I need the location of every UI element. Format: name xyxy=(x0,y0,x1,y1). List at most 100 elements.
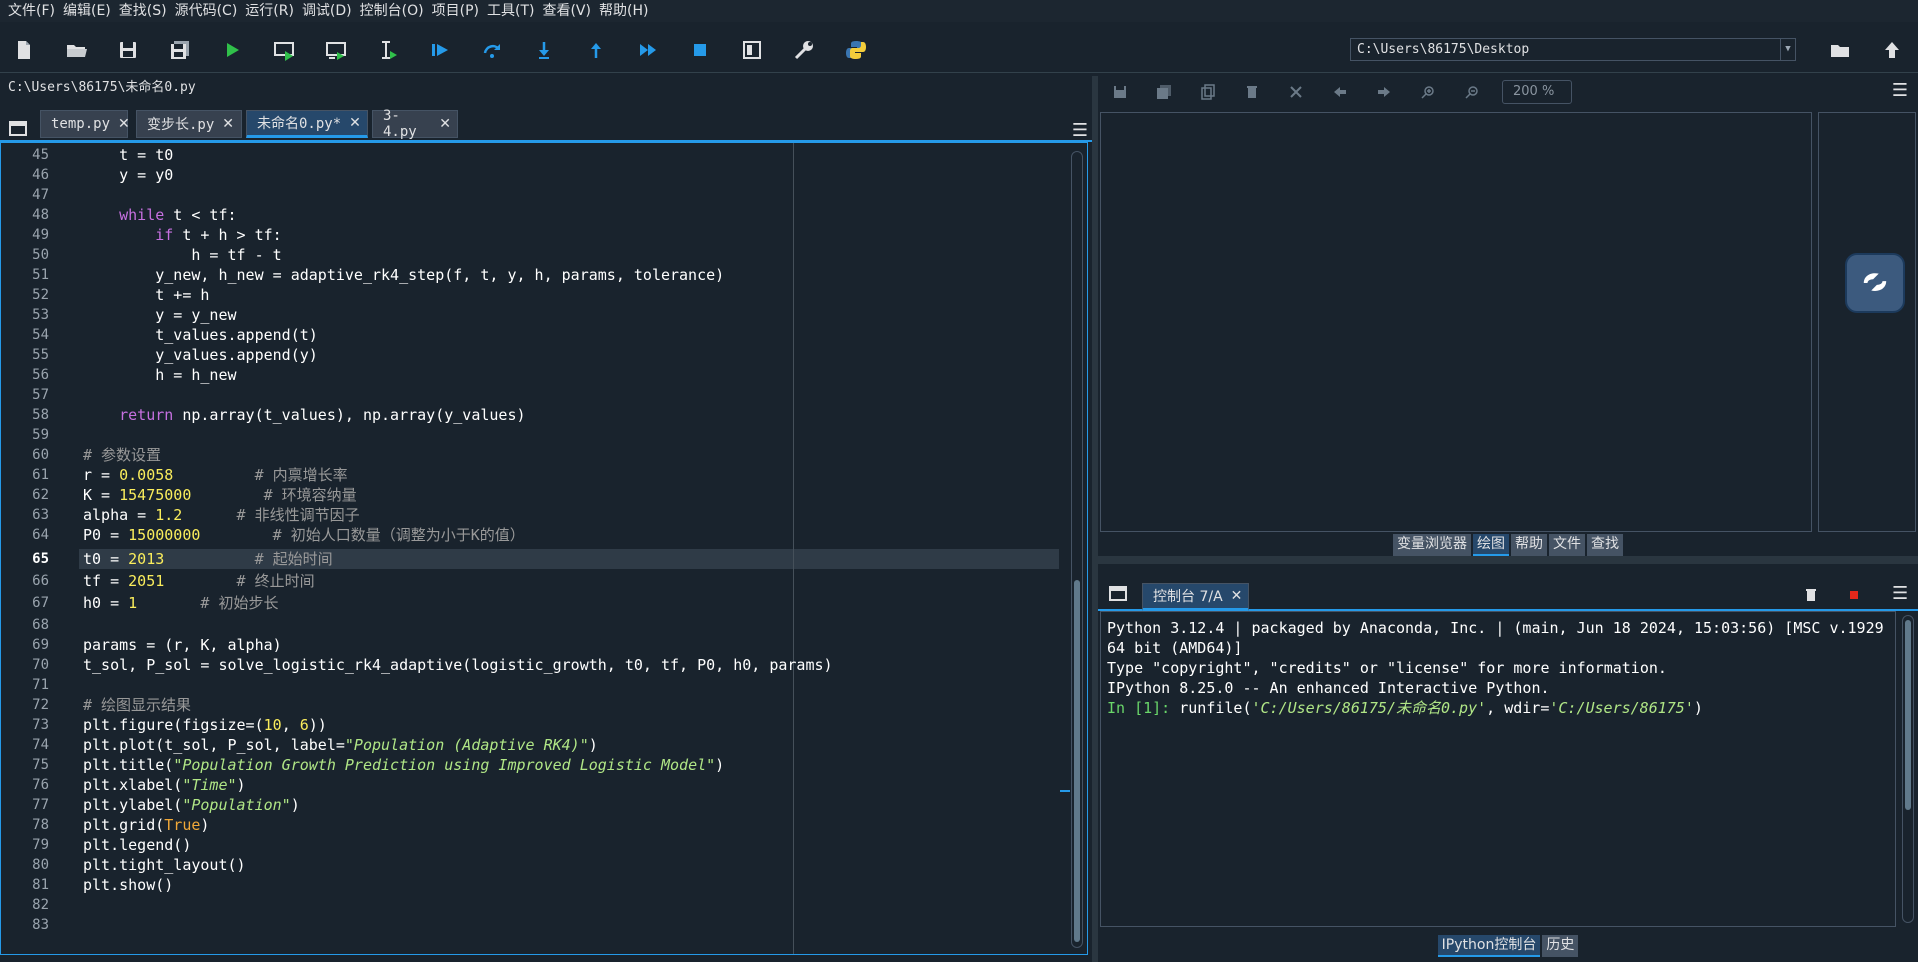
close-icon[interactable]: ✕ xyxy=(349,115,361,131)
tab-plots[interactable]: 绘图 xyxy=(1473,534,1509,556)
python-path-icon[interactable] xyxy=(843,37,869,63)
code-line: y = y0 xyxy=(83,166,174,184)
editor-tab-bar: temp.py ✕ 变步长.py ✕ 未命名0.py* ✕ 3-4.py ✕ ☰ xyxy=(0,106,1092,142)
plots-toolbar: 200 % ☰ xyxy=(1098,76,1918,106)
menu-view[interactable]: 查看(V) xyxy=(538,0,595,22)
line-number: 73 xyxy=(32,717,49,733)
tab-variable-explorer[interactable]: 变量浏览器 xyxy=(1393,534,1471,556)
maximize-pane-icon[interactable] xyxy=(739,37,765,63)
run-selection-icon[interactable] xyxy=(375,37,401,63)
code-line: alpha = 1.2 # 非线性调节因子 xyxy=(83,506,360,524)
zoom-out-icon[interactable] xyxy=(1464,84,1480,100)
zoom-level-field[interactable]: 200 % xyxy=(1502,80,1572,104)
debug-icon[interactable] xyxy=(427,37,453,63)
right-top-pane-tabs: 变量浏览器 绘图 帮助 文件 查找 xyxy=(1098,534,1918,556)
save-icon[interactable] xyxy=(115,37,141,63)
menu-projects[interactable]: 项目(P) xyxy=(428,0,483,22)
line-number-gutter: 45 46 47 48 49 50 51 52 53 54 55 56 57 58 59 60 61 62 63 64… xyxy=(1,143,79,954)
run-cell-icon[interactable] xyxy=(271,37,297,63)
tab-history[interactable]: 历史 xyxy=(1542,935,1579,957)
working-directory-combo[interactable]: C:\Users\86175\Desktop ▼ xyxy=(1350,38,1796,61)
browse-tabs-icon[interactable] xyxy=(8,120,28,138)
pane-splitter-horizontal[interactable] xyxy=(1098,556,1918,564)
preferences-wrench-icon[interactable] xyxy=(791,37,817,63)
menu-file[interactable]: 文件(F) xyxy=(4,0,59,22)
step-into-icon[interactable] xyxy=(531,37,557,63)
save-all-plots-icon[interactable] xyxy=(1156,84,1172,100)
scrollbar-thumb[interactable] xyxy=(1905,620,1911,810)
browse-directory-icon[interactable] xyxy=(1827,37,1853,63)
scrollbar-thumb[interactable] xyxy=(1074,580,1080,942)
menu-tools[interactable]: 工具(T) xyxy=(483,0,538,22)
close-icon[interactable]: ✕ xyxy=(439,116,451,132)
menu-search[interactable]: 查找(S) xyxy=(115,0,171,22)
tab-find[interactable]: 查找 xyxy=(1587,534,1623,556)
tab-untitled0-py[interactable]: 未命名0.py* ✕ xyxy=(246,110,368,138)
close-icon[interactable]: ✕ xyxy=(1231,588,1243,604)
close-icon[interactable]: ✕ xyxy=(118,116,130,132)
plots-options-menu-icon[interactable]: ☰ xyxy=(1892,80,1908,101)
remove-plot-icon[interactable] xyxy=(1244,84,1260,100)
close-icon[interactable]: ✕ xyxy=(222,116,234,132)
tab-help[interactable]: 帮助 xyxy=(1511,534,1547,556)
run-cell-advance-icon[interactable] xyxy=(323,37,349,63)
save-all-icon[interactable] xyxy=(167,37,193,63)
console-input-line[interactable]: In [1]: runfile('C:/Users/86175/未命名0.py'… xyxy=(1107,698,1889,718)
save-plot-icon[interactable] xyxy=(1112,84,1128,100)
menu-edit[interactable]: 编辑(E) xyxy=(59,0,115,22)
plot-canvas[interactable] xyxy=(1100,112,1812,532)
chevron-down-icon[interactable]: ▼ xyxy=(1780,39,1795,60)
tab-temp-py[interactable]: temp.py ✕ xyxy=(40,110,130,138)
menu-debug[interactable]: 调试(D) xyxy=(298,0,356,22)
line-number: 46 xyxy=(32,167,49,183)
line-number: 74 xyxy=(32,737,49,753)
command-suffix: ) xyxy=(1693,699,1703,717)
editor-options-menu-icon[interactable]: ☰ xyxy=(1072,120,1088,141)
parent-directory-icon[interactable] xyxy=(1879,37,1905,63)
right-bottom-pane-tabs: IPython控制台 历史 xyxy=(1098,935,1918,957)
tab-variable-step-py[interactable]: 变步长.py ✕ xyxy=(136,110,242,138)
run-icon[interactable] xyxy=(219,37,245,63)
line-number: 78 xyxy=(32,817,49,833)
command-arg-wdir: 'C:/Users/86175' xyxy=(1549,699,1694,717)
menu-run[interactable]: 运行(R) xyxy=(241,0,298,22)
remove-all-plots-icon[interactable] xyxy=(1288,84,1304,100)
trash-icon[interactable] xyxy=(1804,587,1818,603)
open-folder-icon[interactable] xyxy=(63,37,89,63)
step-return-icon[interactable] xyxy=(583,37,609,63)
menu-help[interactable]: 帮助(H) xyxy=(595,0,652,22)
code-text[interactable]: t = t0 y = y0 while t < tf: if t + h > t… xyxy=(83,143,1059,954)
step-over-icon[interactable] xyxy=(479,37,505,63)
copy-plot-icon[interactable] xyxy=(1200,84,1216,100)
code-line: plt.plot(t_sol, P_sol, label="Population… xyxy=(83,736,598,754)
console-options-menu-icon[interactable]: ☰ xyxy=(1892,583,1908,604)
ipython-console-output[interactable]: Python 3.12.4 | packaged by Anaconda, In… xyxy=(1100,611,1896,927)
menu-bar: 文件(F) 编辑(E) 查找(S) 源代码(C) 运行(R) 调试(D) 控制台… xyxy=(0,0,1918,22)
tab-3-4-py[interactable]: 3-4.py ✕ xyxy=(372,108,458,140)
continue-icon[interactable] xyxy=(635,37,661,63)
tab-ipython-console[interactable]: IPython控制台 xyxy=(1437,935,1541,957)
stop-icon[interactable] xyxy=(687,37,713,63)
command-mid: , wdir= xyxy=(1486,699,1550,717)
plot-thumbnails[interactable] xyxy=(1818,112,1916,532)
next-plot-icon[interactable] xyxy=(1376,84,1392,100)
tab-console-7a[interactable]: 控制台 7/A ✕ xyxy=(1142,583,1250,611)
plot-thumbnail[interactable] xyxy=(1845,253,1905,313)
working-directory-value: C:\Users\86175\Desktop xyxy=(1357,42,1530,57)
menu-consoles[interactable]: 控制台(O) xyxy=(356,0,428,22)
console-line: Python 3.12.4 | packaged by Anaconda, In… xyxy=(1107,619,1884,637)
menu-source[interactable]: 源代码(C) xyxy=(171,0,242,22)
code-editor[interactable]: 45 46 47 48 49 50 51 52 53 54 55 56 57 58 59 60 61 62 63 64… xyxy=(0,142,1088,955)
new-file-icon[interactable] xyxy=(11,37,37,63)
line-number: 79 xyxy=(32,837,49,853)
browse-consoles-icon[interactable] xyxy=(1108,585,1128,603)
console-vertical-scrollbar[interactable] xyxy=(1902,615,1914,923)
editor-vertical-scrollbar[interactable] xyxy=(1060,151,1083,948)
zoom-in-icon[interactable] xyxy=(1420,84,1436,100)
interrupt-kernel-icon[interactable] xyxy=(1848,589,1860,601)
code-line: t = t0 xyxy=(83,146,174,164)
line-number: 64 xyxy=(32,527,49,543)
console-prompt: In [1]: xyxy=(1107,699,1180,717)
previous-plot-icon[interactable] xyxy=(1332,84,1348,100)
tab-files[interactable]: 文件 xyxy=(1549,534,1585,556)
